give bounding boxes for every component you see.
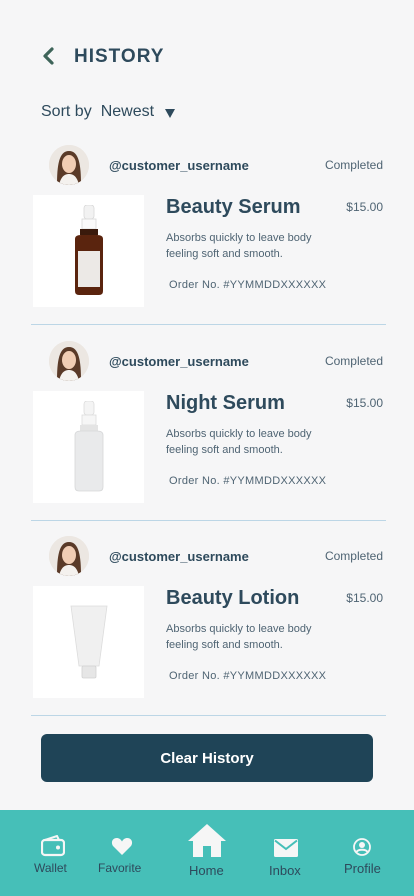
wallet-icon <box>41 835 65 857</box>
nav-item-favorite[interactable]: Favorite <box>92 810 154 896</box>
back-button[interactable] <box>36 44 60 68</box>
order-number: Order No. #YYMMDDXXXXXX <box>169 279 327 291</box>
price: $15.00 <box>346 591 383 605</box>
page-title: HISTORY <box>74 46 165 67</box>
clear-history-button[interactable]: Clear History <box>41 734 373 782</box>
product-image <box>33 195 144 307</box>
price: $15.00 <box>346 200 383 214</box>
sort-dropdown[interactable]: Newest <box>100 103 176 121</box>
order-card[interactable]: @customer_username Completed Beauty Loti… <box>31 536 386 716</box>
order-card[interactable]: @customer_username Completed Beauty Seru… <box>31 145 386 325</box>
product-description: Absorbs quickly to leave body feeling so… <box>166 428 312 456</box>
nav-label: Profile <box>344 861 381 876</box>
avatar <box>49 145 89 185</box>
nav-item-inbox[interactable]: Inbox <box>255 810 317 896</box>
product-image <box>33 586 144 698</box>
sort-control: Sort by Newest <box>41 101 176 123</box>
caret-down-icon <box>165 108 176 118</box>
price: $15.00 <box>346 396 383 410</box>
nav-label: Home <box>189 863 224 878</box>
product-image <box>33 391 144 503</box>
nav-item-home[interactable]: Home <box>176 810 238 896</box>
product-description: Absorbs quickly to leave body feeling so… <box>166 623 312 651</box>
sort-label: Sort by <box>41 103 92 120</box>
username: @customer_username <box>109 354 249 369</box>
nav-item-wallet[interactable]: Wallet <box>22 810 84 896</box>
product-name: Beauty Serum <box>166 196 301 218</box>
bottom-nav: Wallet Favorite Home Inbox Profile <box>0 810 414 896</box>
nav-label: Favorite <box>98 861 142 875</box>
chevron-left-icon <box>43 47 54 65</box>
product-description: Absorbs quickly to leave body feeling so… <box>166 232 312 260</box>
profile-icon <box>353 838 371 856</box>
nav-label: Inbox <box>269 863 301 878</box>
order-number: Order No. #YYMMDDXXXXXX <box>169 475 327 487</box>
avatar <box>49 536 89 576</box>
avatar <box>49 341 89 381</box>
product-name: Beauty Lotion <box>166 587 300 609</box>
header: HISTORY <box>0 38 414 78</box>
product-name: Night Serum <box>166 392 285 414</box>
username: @customer_username <box>109 549 249 564</box>
order-number: Order No. #YYMMDDXXXXXX <box>169 670 327 682</box>
username: @customer_username <box>109 158 249 173</box>
home-icon <box>187 823 227 858</box>
order-card[interactable]: @customer_username Completed Night Serum… <box>31 341 386 521</box>
status-badge: Completed <box>324 549 383 563</box>
heart-icon <box>111 837 133 856</box>
sort-value: Newest <box>100 103 155 120</box>
nav-item-profile[interactable]: Profile <box>332 810 394 896</box>
mail-icon <box>274 839 298 857</box>
status-badge: Completed <box>324 158 383 172</box>
nav-label: Wallet <box>34 861 67 875</box>
status-badge: Completed <box>324 354 383 368</box>
